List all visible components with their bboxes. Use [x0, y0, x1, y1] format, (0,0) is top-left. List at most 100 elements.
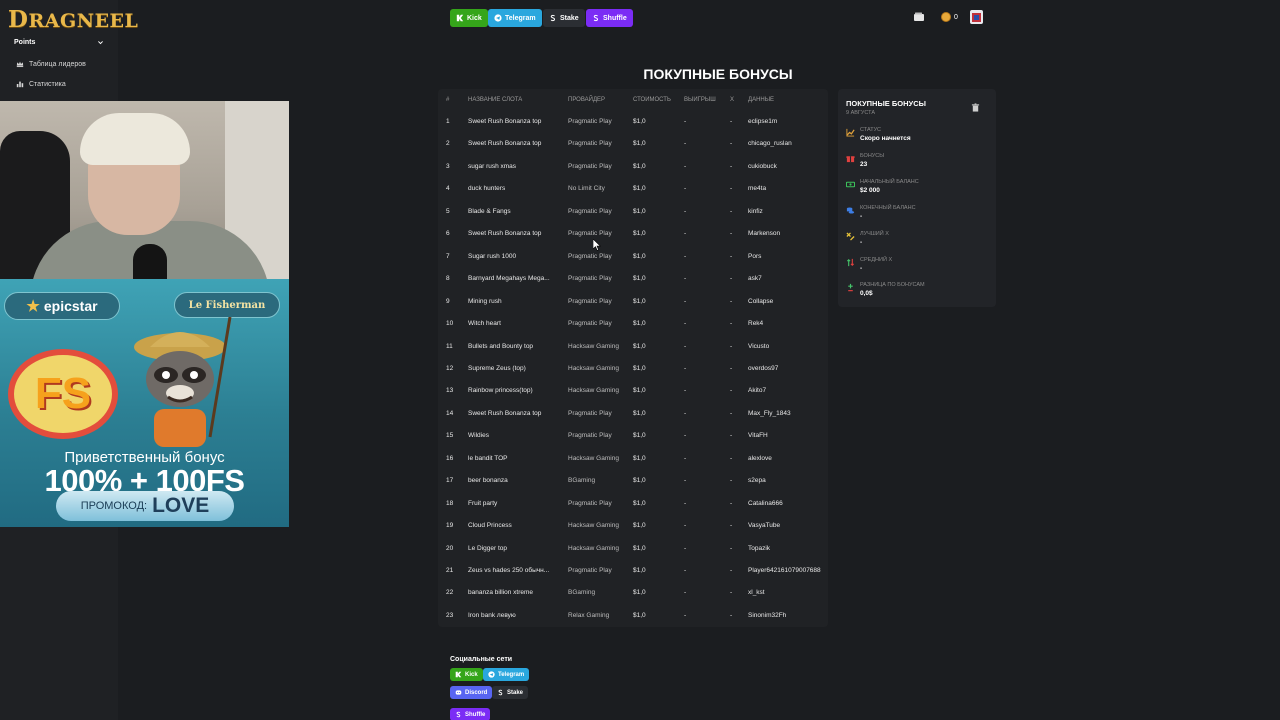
- cell-win: -: [684, 589, 687, 597]
- table-row[interactable]: 13 Rainbow princess(top) Hacksaw Gaming $1,…: [438, 380, 828, 402]
- cell-cost: $1,0: [633, 320, 646, 328]
- table-row[interactable]: 4 duck hunters No Limit City $1,0 - - me4ta: [438, 178, 828, 200]
- stat-label: СРЕДНИЙ X: [860, 256, 893, 263]
- cell-x: -: [730, 432, 733, 440]
- cell-data: Vicusto: [748, 342, 770, 350]
- cell-win: -: [684, 118, 687, 125]
- cell-provider: Relax Gaming: [568, 611, 610, 619]
- cell-x: -: [730, 589, 733, 597]
- table-row[interactable]: 8 Barnyard Megahays Mega... Pragmatic Play…: [438, 268, 828, 290]
- col-header-win: ВЫИГРЫШ: [684, 97, 716, 103]
- cell-slot: Rainbow princess(top): [468, 387, 533, 395]
- cell-win: -: [684, 140, 687, 148]
- social-stake-button[interactable]: Stake: [492, 686, 529, 699]
- cell-cost: $1,0: [633, 544, 646, 552]
- ad-brand-pill: ★ epicstar: [4, 292, 120, 320]
- cell-slot: Zeus vs hades 250 обычн...: [468, 567, 550, 574]
- table-row[interactable]: 20 Le Digger top Hacksaw Gaming $1,0 - - Topaz…: [438, 538, 828, 560]
- cell-num: 8: [446, 275, 450, 283]
- cell-num: 7: [446, 252, 450, 260]
- trash-icon[interactable]: [971, 103, 980, 112]
- table-row[interactable]: 19 Cloud Princess Hacksaw Gaming $1,0 - - Vasy…: [438, 515, 828, 537]
- table-row[interactable]: 10 Witch heart Pragmatic Play $1,0 - - Rek4: [438, 313, 828, 335]
- gift-icon: [846, 156, 855, 162]
- avatar[interactable]: [970, 10, 983, 24]
- stake-icon: [498, 689, 503, 696]
- table-row[interactable]: 18 Fruit party Pragmatic Play $1,0 - - Catalin…: [438, 493, 828, 515]
- ad-game-pill: Le Fisherman: [174, 292, 280, 318]
- cell-cost: $1,0: [633, 342, 646, 350]
- cell-num: 9: [446, 297, 450, 305]
- ad-banner[interactable]: ★ epicstar Le Fisherman FS Приветственный…: [0, 279, 289, 527]
- cell-x: -: [730, 454, 733, 462]
- kick-button[interactable]: Kick: [450, 9, 488, 27]
- table-row[interactable]: 2 Sweet Rush Bonanza top Pragmatic Play $1,…: [438, 133, 828, 155]
- table-row[interactable]: 1 Sweet Rush Bonanza top Pragmatic Play $1,…: [438, 111, 828, 133]
- cell-data: s2epa: [748, 477, 766, 485]
- social-telegram-button[interactable]: Telegram: [483, 668, 530, 681]
- table-row[interactable]: 21 Zeus vs hades 250 обычн... Pragmatic Pl…: [438, 560, 828, 582]
- cell-slot: Sweet Rush Bonanza top: [468, 409, 542, 417]
- table-row[interactable]: 16 le bandit TOP Hacksaw Gaming $1,0 - - alexl…: [438, 448, 828, 470]
- cell-slot: Cloud Princess: [468, 522, 512, 530]
- cell-data: Max_Fly_1843: [748, 409, 791, 417]
- stake-button[interactable]: Stake: [543, 9, 585, 27]
- cell-slot: Fruit party: [468, 499, 498, 507]
- cell-slot: le bandit TOP: [468, 454, 508, 462]
- table-row[interactable]: 17 beer bonanza BGaming $1,0 - - s2epa: [438, 470, 828, 492]
- table-row[interactable]: 23 Iron bank левую Relax Gaming $1,0 - - Sinon…: [438, 605, 828, 627]
- table-row[interactable]: 7 Sugar rush 1000 Pragmatic Play $1,0 - - Pors: [438, 246, 828, 268]
- table-row[interactable]: 15 Wildies Pragmatic Play $1,0 - - VitaFH: [438, 425, 828, 447]
- cell-cost: $1,0: [633, 275, 646, 283]
- sidebar-item-stats[interactable]: Статистика: [16, 80, 66, 88]
- col-header-data: ДАННЫЕ: [748, 97, 775, 103]
- telegram-button[interactable]: Telegram: [488, 9, 542, 27]
- col-header-slot: НАЗВАНИЕ СЛОТА: [468, 97, 523, 103]
- cell-provider: Hacksaw Gaming: [568, 544, 619, 552]
- sidebar-item-leaderboard[interactable]: Таблица лидеров: [16, 60, 86, 68]
- points-balance[interactable]: 0: [941, 12, 958, 22]
- cash-icon: [846, 181, 855, 188]
- cell-slot: Blade & Fangs: [468, 207, 511, 215]
- cell-provider: Pragmatic Play: [568, 252, 612, 260]
- col-header-x: X: [730, 97, 735, 103]
- cell-slot: Sweet Rush Bonanza top: [468, 140, 542, 148]
- cell-win: -: [684, 207, 687, 215]
- cell-provider: Pragmatic Play: [568, 140, 612, 148]
- cell-x: -: [730, 275, 733, 283]
- sidebar-section-points[interactable]: Points: [14, 39, 104, 46]
- table-row[interactable]: 14 Sweet Rush Bonanza top Pragmatic Play $1…: [438, 403, 828, 425]
- table-row[interactable]: 6 Sweet Rush Bonanza top Pragmatic Play $1,…: [438, 223, 828, 245]
- cell-provider: Hacksaw Gaming: [568, 387, 619, 395]
- cell-provider: Pragmatic Play: [568, 297, 612, 305]
- cell-data: Collapse: [748, 297, 774, 305]
- table-row[interactable]: 11 Bullets and Bounty top Hacksaw Gaming $1…: [438, 336, 828, 358]
- kick-icon: [455, 671, 462, 678]
- social-discord-button[interactable]: Discord: [450, 686, 493, 699]
- cell-data: Catalina666: [748, 499, 783, 507]
- cell-cost: $1,0: [633, 387, 646, 395]
- table-row[interactable]: 12 Supreme Zeus (top) Hacksaw Gaming $1,0 - -…: [438, 358, 828, 380]
- table-row[interactable]: 5 Blade & Fangs Pragmatic Play $1,0 - - kinfiz: [438, 201, 828, 223]
- brand-logo[interactable]: DRAGNEEL: [8, 6, 138, 33]
- table-row[interactable]: 9 Mining rush Pragmatic Play $1,0 - - Collapse: [438, 291, 828, 313]
- cell-data: VitaFH: [748, 432, 768, 440]
- promo-code-button[interactable]: ПРОМОКОД: LOVE: [56, 491, 234, 521]
- shuffle-button[interactable]: Shuffle: [586, 9, 633, 27]
- wallet-icon[interactable]: [913, 11, 925, 23]
- cell-num: 18: [446, 499, 454, 507]
- cell-num: 20: [446, 544, 454, 552]
- cell-slot: Wildies: [468, 432, 489, 440]
- social-shuffle-button[interactable]: Shuffle: [450, 708, 491, 720]
- cell-win: -: [684, 162, 687, 170]
- table-row[interactable]: 22 bananza billion xtreme BGaming $1,0 - - xl_…: [438, 582, 828, 604]
- col-header-num: #: [446, 97, 450, 103]
- cell-provider: Pragmatic Play: [568, 207, 612, 215]
- raccoon-mascot-illustration: [134, 317, 232, 447]
- social-kick-button[interactable]: Kick: [450, 668, 483, 681]
- cell-cost: $1,0: [633, 118, 646, 125]
- cell-x: -: [730, 567, 733, 574]
- cell-provider: Pragmatic Play: [568, 567, 612, 574]
- table-row[interactable]: 3 sugar rush xmas Pragmatic Play $1,0 - - cuki…: [438, 156, 828, 178]
- cell-provider: Pragmatic Play: [568, 118, 612, 125]
